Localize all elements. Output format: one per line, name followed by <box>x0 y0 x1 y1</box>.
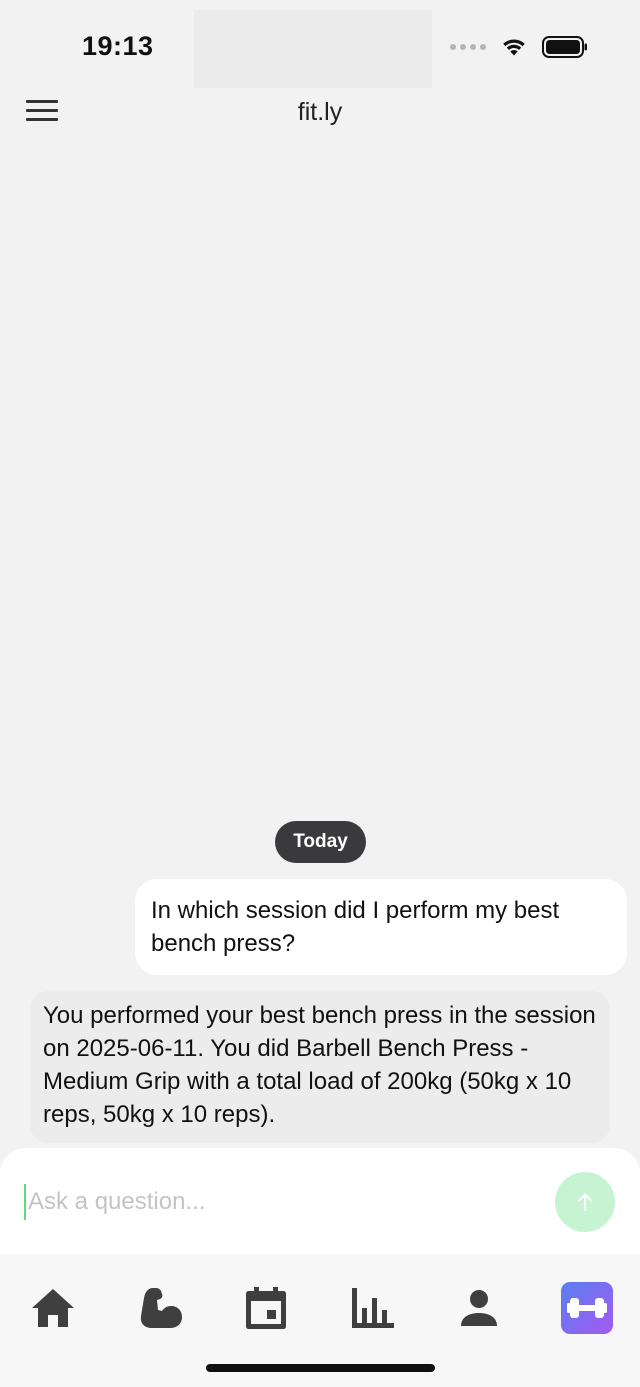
message-composer <box>0 1148 640 1254</box>
wifi-icon <box>503 39 525 56</box>
tab-workout[interactable] <box>561 1282 613 1334</box>
home-indicator[interactable] <box>206 1364 435 1372</box>
camera-notch <box>194 10 432 88</box>
bar-chart-icon <box>352 1288 394 1328</box>
arrow-up-icon <box>578 1193 592 1211</box>
calendar-icon <box>246 1287 286 1329</box>
status-icons <box>450 36 588 58</box>
tab-exercises[interactable] <box>134 1282 186 1334</box>
battery-icon <box>542 36 587 58</box>
flexed-arm-icon <box>140 1288 182 1328</box>
tab-profile[interactable] <box>453 1282 505 1334</box>
app-header: fit.ly <box>0 92 640 136</box>
tab-calendar[interactable] <box>240 1282 292 1334</box>
cellular-signal-icon <box>450 44 486 50</box>
status-bar: 19:13 <box>0 0 640 95</box>
tab-stats[interactable] <box>346 1282 398 1334</box>
dumbbell-icon <box>567 1298 607 1318</box>
status-time: 19:13 <box>82 31 154 61</box>
home-icon <box>32 1289 74 1327</box>
assistant-message: You performed your best bench press in t… <box>30 991 610 1143</box>
tab-home[interactable] <box>27 1282 79 1334</box>
send-button[interactable] <box>555 1172 615 1232</box>
date-separator: Today <box>275 821 366 863</box>
person-icon <box>461 1290 497 1326</box>
question-input[interactable] <box>24 1184 534 1220</box>
user-message: In which session did I perform my best b… <box>135 879 627 975</box>
app-title: fit.ly <box>297 98 343 126</box>
